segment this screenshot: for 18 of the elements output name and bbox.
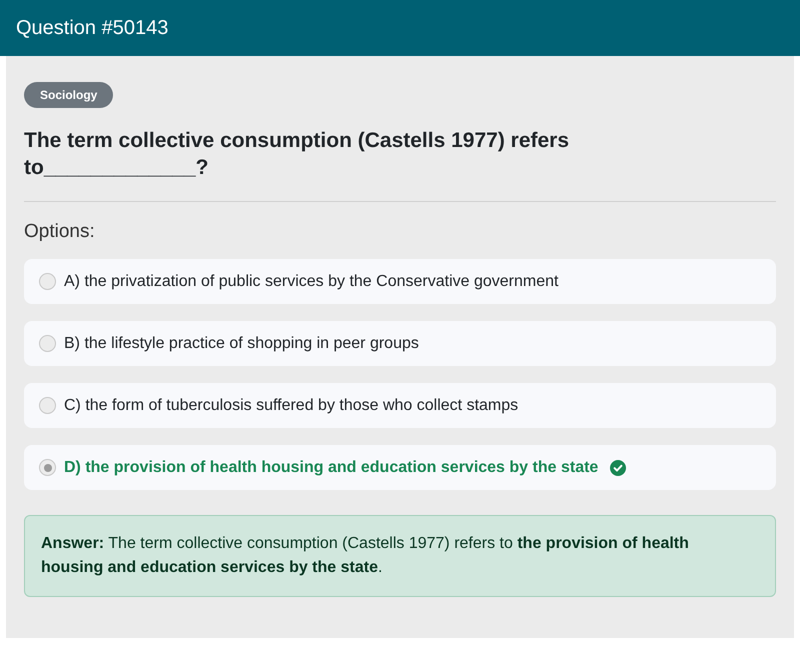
radio-button[interactable] [39, 397, 56, 414]
option-label: B) the lifestyle practice of shopping in peer groups [64, 334, 419, 354]
option-item[interactable]: A) the privatization of public services by the Conservative government [24, 259, 776, 304]
question-text: The term collective consumption (Castells 1977) refers to_____________? [24, 128, 570, 181]
option-label: C) the form of tuberculosis suffered by those who collect stamps [64, 396, 518, 416]
category-tag: Sociology [24, 82, 114, 108]
check-circle-icon [610, 460, 626, 476]
radio-button[interactable] [39, 459, 56, 476]
answer-text: Answer: The term collective consumption (Castells 1977) refers to the provision of health housing and education services by the state. [41, 534, 690, 578]
option-label: A) the privatization of public services by the Conservative government [64, 272, 558, 292]
option-item[interactable]: B) the lifestyle practice of shopping in peer groups [24, 321, 776, 366]
page-title: Question #50143 [16, 16, 168, 41]
option-item[interactable]: D) the provision of health housing and education services by the state [24, 445, 776, 490]
radio-button[interactable] [39, 335, 56, 352]
option-label: D) the provision of health housing and education services by the state [64, 458, 598, 478]
radio-button[interactable] [39, 273, 56, 290]
option-item[interactable]: C) the form of tuberculosis suffered by those who collect stamps [24, 383, 776, 428]
options-heading: Options: [24, 220, 96, 244]
